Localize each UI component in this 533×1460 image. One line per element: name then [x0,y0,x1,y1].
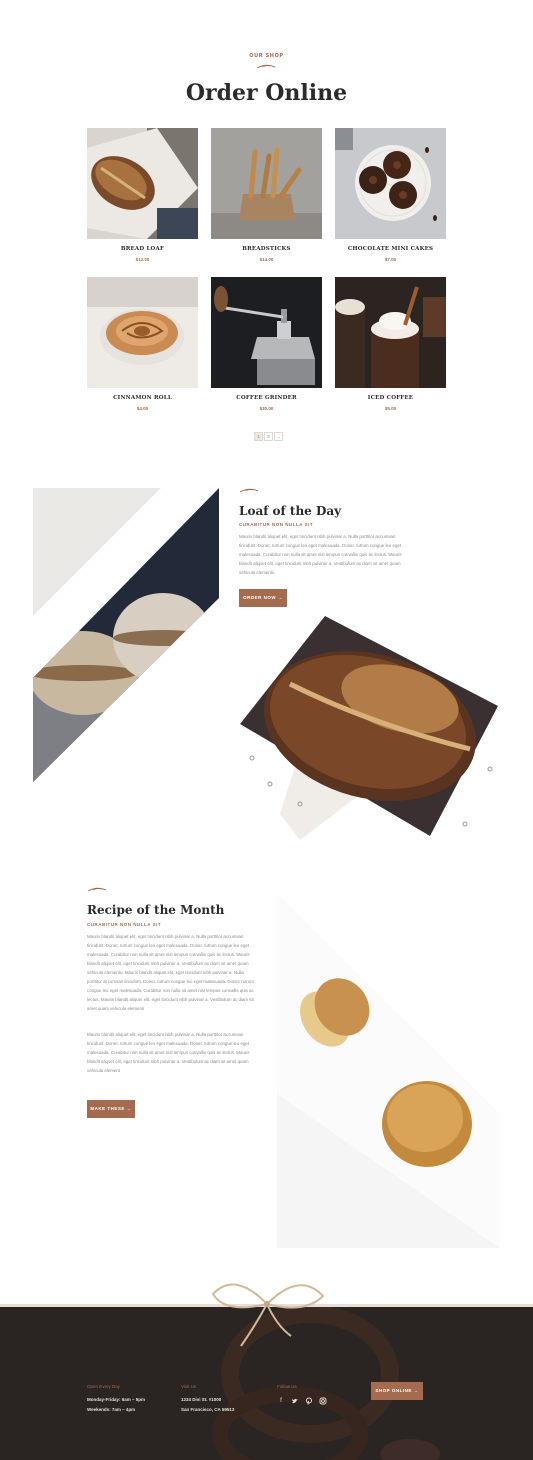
muffins-diagonal-image [277,894,500,1248]
product-card[interactable]: CINNAMON ROLL $4.00 [87,277,198,411]
product-image[interactable] [335,128,446,239]
product-price: $5.00 [384,406,397,411]
shop-title: Order Online [185,80,348,106]
wheat-leaf-icon [239,488,259,493]
page-1-link[interactable]: 1 [254,432,263,441]
product-card[interactable]: COFFEE GRINDER $30.00 [211,277,322,411]
product-price: $14.00 [259,257,274,262]
product-card[interactable]: ICED COFFEE $5.00 [335,277,446,411]
product-image[interactable] [87,128,198,239]
make-these-button[interactable]: MAKE THESE → [87,1100,135,1118]
hours-line-2: Weekends: 7am – 4pm [87,1407,136,1412]
hours-label: Open Every Day [87,1384,121,1389]
product-card[interactable]: CHOCOLATE MINI CAKES $7.00 [335,128,446,262]
product-name[interactable]: ICED COFFEE [335,395,446,401]
product-image[interactable] [335,277,446,388]
page-2-link[interactable]: 2 [264,432,273,441]
product-name[interactable]: CINNAMON ROLL [87,395,198,401]
product-price: $4.00 [136,406,149,411]
follow-label: Follow Us [277,1384,297,1389]
product-card[interactable]: BREADSTICKS $14.00 [211,128,322,262]
product-image[interactable] [87,277,198,388]
product-name[interactable]: CHOCOLATE MINI CAKES [335,246,446,252]
loaf-title: Loaf of the Day [239,504,342,518]
recipe-title: Recipe of the Month [87,903,225,917]
macarons-diagonal-image [33,488,219,782]
shop-online-button[interactable]: SHOP ONLINE → [371,1382,423,1400]
product-image[interactable] [211,128,322,239]
product-name[interactable]: COFFEE GRINDER [211,395,322,401]
address-line-1: 1234 Divi St. #1000 [181,1397,222,1402]
twine-bow-icon [211,1283,325,1347]
twitter-icon[interactable] [291,1397,299,1405]
recipe-subtitle: CURABITUR NON NULLA SIT [87,922,162,927]
product-card[interactable]: BREAD LOAF $12.00 [87,128,198,262]
product-price: $12.00 [135,257,150,262]
facebook-icon[interactable]: f [277,1397,285,1405]
loaf-text: Mauris blandit aliquet elit, eget tincid… [239,534,402,575]
bread-loaf-image [240,616,498,840]
product-image[interactable] [211,277,322,388]
product-name[interactable]: BREADSTICKS [211,246,322,252]
recipe-text-2: Mauris blandit aliquet elit, eget tincid… [87,1032,250,1073]
product-price: $30.00 [259,406,274,411]
wheat-leaf-icon [256,64,276,69]
pinterest-icon[interactable] [305,1397,313,1405]
instagram-icon[interactable] [319,1397,327,1405]
order-now-button[interactable]: ORDER NOW → [239,589,287,607]
recipe-text-1: Mauris blandit aliquet elit, eget tincid… [87,934,254,1011]
visit-label: Visit Us [181,1384,197,1389]
shop-eyebrow: OUR SHOP [249,53,284,59]
next-page-link[interactable]: → [274,432,283,441]
loaf-subtitle: CURABITUR NON NULLA SIT [239,522,314,527]
address-line-2: San Francisco, CA 59513 [181,1407,235,1412]
product-price: $7.00 [384,257,397,262]
pagination: 1 2 → [254,432,283,441]
product-name[interactable]: BREAD LOAF [87,246,198,252]
hours-line-1: Monday-Friday: 6am – 5pm [87,1397,146,1402]
wheat-leaf-icon [87,887,107,892]
social-links: f [277,1397,327,1405]
